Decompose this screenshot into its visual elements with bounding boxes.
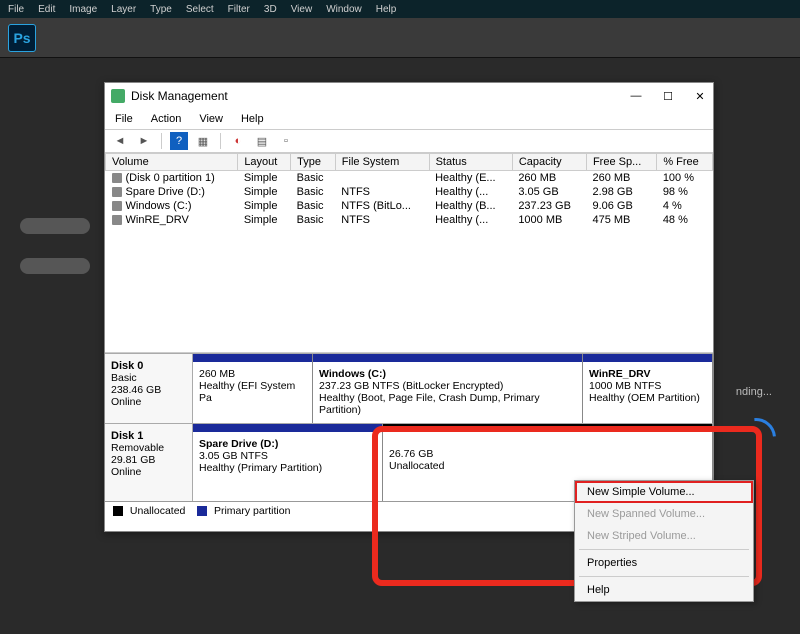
context-menu: New Simple Volume... New Spanned Volume.… <box>574 480 754 602</box>
ctx-separator <box>579 576 749 577</box>
disk-row-0: Disk 0 Basic 238.46 GB Online 260 MB Hea… <box>105 353 713 423</box>
help-icon[interactable]: ▫ <box>277 132 295 150</box>
table-row[interactable]: WinRE_DRV SimpleBasicNTFS Healthy (...10… <box>106 213 713 227</box>
col-status[interactable]: Status <box>429 154 512 171</box>
volume-icon <box>112 215 122 225</box>
disk-management-icon <box>111 89 125 103</box>
ctx-properties[interactable]: Properties <box>575 552 753 574</box>
ps-menu-help[interactable]: Help <box>376 4 397 15</box>
col-pctfree[interactable]: % Free <box>657 154 713 171</box>
photoshop-sidebar <box>20 218 90 274</box>
ps-menu-select[interactable]: Select <box>186 4 214 15</box>
table-row[interactable]: (Disk 0 partition 1) SimpleBasic Healthy… <box>106 171 713 186</box>
toolbar-separator <box>220 133 221 149</box>
dm-menubar: File Action View Help <box>105 109 713 129</box>
refresh-icon[interactable]: ? <box>170 132 188 150</box>
menu-action[interactable]: Action <box>151 113 182 125</box>
col-layout[interactable]: Layout <box>238 154 291 171</box>
menu-view[interactable]: View <box>199 113 223 125</box>
partition-bar-icon <box>193 424 382 432</box>
loading-spinner-icon <box>728 410 784 466</box>
partition-bar-icon <box>583 354 712 362</box>
window-title: Disk Management <box>131 89 228 103</box>
col-free[interactable]: Free Sp... <box>586 154 656 171</box>
close-button[interactable]: ✕ <box>693 90 707 103</box>
col-volume[interactable]: Volume <box>106 154 238 171</box>
menu-file[interactable]: File <box>115 113 133 125</box>
partition-winre[interactable]: WinRE_DRV 1000 MB NTFS Healthy (OEM Part… <box>583 354 713 423</box>
partition-windows-c[interactable]: Windows (C:) 237.23 GB NTFS (BitLocker E… <box>313 354 583 423</box>
partition-bar-icon <box>193 354 312 362</box>
col-capacity[interactable]: Capacity <box>512 154 586 171</box>
legend-primary-icon <box>197 506 207 516</box>
forward-icon[interactable]: ► <box>135 132 153 150</box>
back-icon[interactable]: ◄ <box>111 132 129 150</box>
volume-table[interactable]: Volume Layout Type File System Status Ca… <box>105 153 713 353</box>
loading-text: nding... <box>736 386 772 398</box>
ps-menu-3d[interactable]: 3D <box>264 4 277 15</box>
ps-menu-edit[interactable]: Edit <box>38 4 55 15</box>
toolbar-separator <box>161 133 162 149</box>
disk-management-window: Disk Management — ☐ ✕ File Action View H… <box>104 82 714 532</box>
window-titlebar[interactable]: Disk Management — ☐ ✕ <box>105 83 713 109</box>
partition-spare-drive-d[interactable]: Spare Drive (D:) 3.05 GB NTFS Healthy (P… <box>193 424 383 501</box>
sidebar-pill <box>20 258 90 274</box>
partition-bar-icon <box>383 424 712 432</box>
legend-unallocated-icon <box>113 506 123 516</box>
ctx-separator <box>579 549 749 550</box>
volume-icon <box>112 173 122 183</box>
ps-menu-view[interactable]: View <box>291 4 313 15</box>
dm-toolbar: ◄ ► ? ▦ ◐ ▤ ▫ <box>105 129 713 153</box>
ctx-new-striped-volume: New Striped Volume... <box>575 525 753 547</box>
sidebar-pill <box>20 218 90 234</box>
ps-menu-filter[interactable]: Filter <box>228 4 250 15</box>
menu-help[interactable]: Help <box>241 113 264 125</box>
photoshop-logo-icon: Ps <box>8 24 36 52</box>
ps-menu-layer[interactable]: Layer <box>111 4 136 15</box>
ps-menu-image[interactable]: Image <box>69 4 97 15</box>
col-type[interactable]: Type <box>291 154 336 171</box>
legend-unallocated-label: Unallocated <box>130 505 185 517</box>
col-filesystem[interactable]: File System <box>335 154 429 171</box>
ctx-new-simple-volume[interactable]: New Simple Volume... <box>575 481 753 503</box>
photoshop-logo-row: Ps <box>0 18 800 58</box>
legend-primary-label: Primary partition <box>214 505 290 517</box>
disk-1-label[interactable]: Disk 1 Removable 29.81 GB Online <box>105 424 193 501</box>
properties-icon[interactable]: ▦ <box>194 132 212 150</box>
table-row[interactable]: Windows (C:) SimpleBasicNTFS (BitLo... H… <box>106 199 713 213</box>
minimize-button[interactable]: — <box>629 90 643 103</box>
partition-bar-icon <box>313 354 582 362</box>
disk-0-label[interactable]: Disk 0 Basic 238.46 GB Online <box>105 354 193 423</box>
volume-icon <box>112 187 122 197</box>
list-icon[interactable]: ▤ <box>253 132 271 150</box>
maximize-button[interactable]: ☐ <box>661 90 675 103</box>
ps-menu-type[interactable]: Type <box>150 4 172 15</box>
table-header-row: Volume Layout Type File System Status Ca… <box>106 154 713 171</box>
settings-icon[interactable]: ◐ <box>229 132 247 150</box>
ps-menu-window[interactable]: Window <box>326 4 362 15</box>
photoshop-menubar: File Edit Image Layer Type Select Filter… <box>0 0 800 18</box>
table-row[interactable]: Spare Drive (D:) SimpleBasicNTFS Healthy… <box>106 185 713 199</box>
ctx-help[interactable]: Help <box>575 579 753 601</box>
volume-icon <box>112 201 122 211</box>
disk-map: Disk 0 Basic 238.46 GB Online 260 MB Hea… <box>105 353 713 501</box>
ctx-new-spanned-volume: New Spanned Volume... <box>575 503 753 525</box>
ps-menu-file[interactable]: File <box>8 4 24 15</box>
partition-efi[interactable]: 260 MB Healthy (EFI System Pa <box>193 354 313 423</box>
